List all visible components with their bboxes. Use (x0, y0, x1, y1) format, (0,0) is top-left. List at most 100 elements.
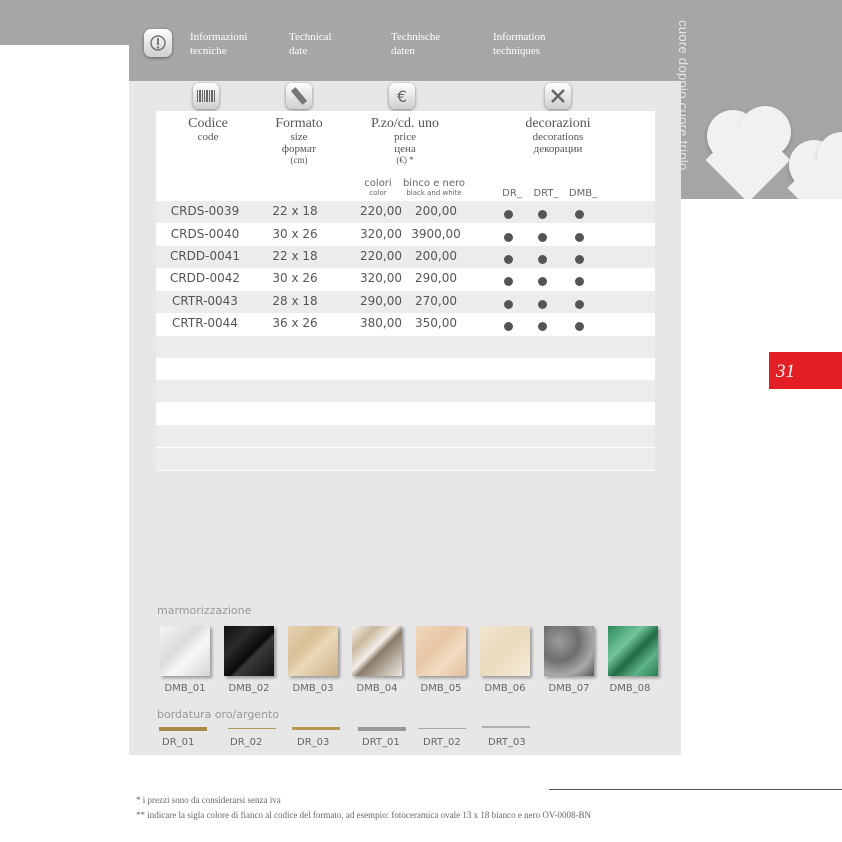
header-item-it: Informazioni tecniche (190, 31, 248, 57)
row-price-color: 220,00 (360, 249, 402, 263)
price-sub-bw: binco e nero black and white (402, 178, 466, 197)
dot-dr (504, 233, 513, 242)
line-label: DRT_02 (423, 737, 461, 748)
euro-icon: € (389, 83, 415, 109)
row-code: CRTR-0044 (172, 316, 238, 330)
swatch-dmb05 (416, 626, 466, 676)
row-code: CRDS-0039 (170, 204, 240, 218)
swatch-label: DMB_06 (484, 683, 526, 694)
row-price-color: 220,00 (360, 204, 402, 218)
line-label: DR_02 (230, 737, 263, 748)
dot-dmb (575, 210, 584, 219)
barcode-icon (193, 83, 219, 109)
row-size: 28 x 18 (272, 294, 318, 308)
swatch-dmb03 (288, 626, 338, 676)
side-title: cuore doppio cuore triplo (676, 20, 691, 171)
empty-row (156, 336, 655, 358)
row-price-color: 320,00 (360, 227, 402, 241)
row-price-bw: 3900,00 (411, 227, 461, 241)
footnote-1: * i prezzi sono da considerarsi senza iv… (136, 795, 281, 805)
row-size: 36 x 26 (272, 316, 318, 330)
col-code-head: Codice code (188, 116, 228, 143)
row-size: 22 x 18 (272, 249, 318, 263)
line-label: DR_03 (297, 737, 330, 748)
header-item-en: Technical date (289, 31, 332, 57)
row-code: CRDS-0040 (170, 227, 240, 241)
swatch-label: DMB_07 (548, 683, 590, 694)
row-price-bw: 350,00 (415, 316, 457, 330)
empty-row (156, 448, 655, 470)
swatch-label: DMB_02 (228, 683, 270, 694)
col-price-head: P.zo/cd. uno price цена (€) * (370, 116, 440, 165)
footer-divider (549, 789, 842, 790)
dot-dr (504, 300, 513, 309)
dot-dmb (575, 233, 584, 242)
dot-drt (538, 210, 547, 219)
line-drt03 (482, 726, 530, 728)
line-drt01 (358, 727, 406, 731)
dot-drt (538, 300, 547, 309)
empty-row (156, 380, 655, 402)
row-price-bw: 290,00 (415, 271, 457, 285)
swatch-label: DMB_04 (356, 683, 398, 694)
decor-sub-dmb: DMB_ (568, 188, 598, 199)
dot-dr (504, 277, 513, 286)
row-price-color: 380,00 (360, 316, 402, 330)
row-price-color: 320,00 (360, 271, 402, 285)
ruler-icon (286, 83, 312, 109)
row-size: 30 x 26 (272, 227, 318, 241)
row-size: 30 x 26 (272, 271, 318, 285)
line-dr01 (159, 727, 207, 731)
dot-drt (538, 255, 547, 264)
dot-dr (504, 255, 513, 264)
line-dr02 (228, 728, 276, 729)
decor-sub-drt: DRT_ (533, 188, 559, 199)
tools-icon (545, 83, 571, 109)
row-size: 22 x 18 (272, 204, 318, 218)
swatch-label: DMB_05 (420, 683, 462, 694)
row-price-bw: 200,00 (415, 204, 457, 218)
col-decor-head: decorazioni decorations декорации (525, 116, 591, 155)
swatch-label: DMB_08 (609, 683, 651, 694)
dot-drt (538, 277, 547, 286)
dot-drt (538, 233, 547, 242)
row-price-color: 290,00 (360, 294, 402, 308)
border-label: bordatura oro/argento (157, 708, 280, 721)
dot-dmb (575, 277, 584, 286)
price-sub-color: colori color (364, 178, 392, 197)
dot-dr (504, 322, 513, 331)
dot-dmb (575, 322, 584, 331)
table-row: CRTR-0044 36 x 26 380,00 350,00 (156, 313, 655, 335)
dot-dmb (575, 300, 584, 309)
header-item-de: Technische daten (391, 31, 441, 57)
swatch-label: DMB_03 (292, 683, 334, 694)
swatch-dmb04 (352, 626, 402, 676)
swatch-label: DMB_01 (164, 683, 206, 694)
line-label: DRT_03 (488, 737, 526, 748)
dot-drt (538, 322, 547, 331)
table-row: CRDS-0039 22 x 18 220,00 200,00 (156, 201, 655, 223)
row-code: CRDD-0042 (169, 271, 241, 285)
empty-row (156, 425, 655, 447)
line-label: DRT_01 (362, 737, 400, 748)
row-price-bw: 200,00 (415, 249, 457, 263)
swatch-dmb02 (224, 626, 274, 676)
swatch-dmb08 (608, 626, 658, 676)
col-format-head: Formato size формат (cm) (275, 116, 323, 165)
table-row: CRDD-0041 22 x 18 220,00 200,00 (156, 246, 655, 268)
decor-sub-dr: DR_ (502, 188, 522, 199)
line-drt02 (418, 728, 466, 729)
hearts-photo (681, 0, 842, 199)
table-row: CRDS-0040 30 x 26 320,00 3900,00 (156, 224, 655, 246)
info-icon (144, 29, 172, 57)
swatch-dmb01 (160, 626, 210, 676)
dot-dr (504, 210, 513, 219)
page-number: 31 (776, 361, 795, 382)
table-row: CRTR-0043 28 x 18 290,00 270,00 (156, 291, 655, 313)
row-price-bw: 270,00 (415, 294, 457, 308)
marble-label: marmorizzazione (157, 604, 252, 617)
line-dr03 (292, 727, 340, 730)
swatch-dmb07 (544, 626, 594, 676)
swatch-dmb06 (480, 626, 530, 676)
dot-dmb (575, 255, 584, 264)
